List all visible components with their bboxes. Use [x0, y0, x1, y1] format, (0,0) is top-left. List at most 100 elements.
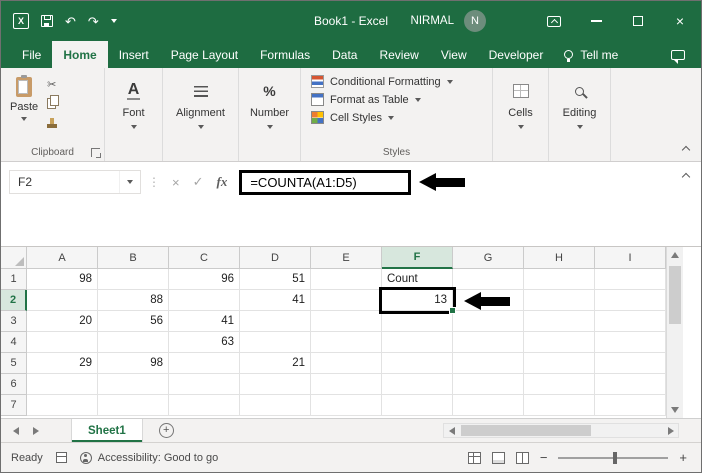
column-header-a[interactable]: A [27, 247, 98, 269]
sheet-nav-right-icon[interactable] [33, 426, 39, 435]
cell-g5[interactable] [453, 353, 524, 374]
insert-function-icon[interactable]: fx [217, 174, 228, 190]
cell-d7[interactable] [240, 395, 311, 416]
cell-b7[interactable] [98, 395, 169, 416]
cell-h6[interactable] [524, 374, 595, 395]
cell-e4[interactable] [311, 332, 382, 353]
tab-page-layout[interactable]: Page Layout [160, 41, 249, 68]
cell-c6[interactable] [169, 374, 240, 395]
ribbon-group-cells[interactable]: Cells [493, 68, 549, 161]
tab-data[interactable]: Data [321, 41, 368, 68]
redo-icon[interactable]: ↷ [88, 15, 99, 28]
cell-h2[interactable] [524, 290, 595, 311]
tab-file[interactable]: File [11, 41, 52, 68]
cell-c1[interactable]: 96 [169, 269, 240, 290]
minimize-button[interactable] [575, 1, 617, 41]
horizontal-scrollbar-thumb[interactable] [461, 425, 591, 436]
cell-a1[interactable]: 98 [27, 269, 98, 290]
cell-b3[interactable]: 56 [98, 311, 169, 332]
cell-f7[interactable] [382, 395, 453, 416]
cell-i7[interactable] [595, 395, 666, 416]
ribbon-group-number[interactable]: % Number [239, 68, 301, 161]
cell-f4[interactable] [382, 332, 453, 353]
formula-input[interactable]: =COUNTA(A1:D5) [250, 175, 356, 190]
cell-c5[interactable] [169, 353, 240, 374]
cell-d3[interactable] [240, 311, 311, 332]
cell-d2[interactable]: 41 [240, 290, 311, 311]
cell-a3[interactable]: 20 [27, 311, 98, 332]
sheet-tab-sheet1[interactable]: Sheet1 [71, 419, 143, 442]
cell-e1[interactable] [311, 269, 382, 290]
cell-i3[interactable] [595, 311, 666, 332]
column-header-c[interactable]: C [169, 247, 240, 269]
column-header-g[interactable]: G [453, 247, 524, 269]
cell-h7[interactable] [524, 395, 595, 416]
tab-insert[interactable]: Insert [108, 41, 160, 68]
macro-record-icon[interactable] [55, 452, 67, 463]
cell-h5[interactable] [524, 353, 595, 374]
cell-i5[interactable] [595, 353, 666, 374]
zoom-in-icon[interactable]: + [679, 451, 687, 464]
clipboard-dialog-launcher-icon[interactable] [91, 148, 101, 158]
row-header-6[interactable]: 6 [1, 374, 27, 395]
cell-d5[interactable]: 21 [240, 353, 311, 374]
row-header-4[interactable]: 4 [1, 332, 27, 353]
avatar[interactable]: N [464, 10, 486, 32]
cell-h1[interactable] [524, 269, 595, 290]
ribbon-group-font[interactable]: A Font [105, 68, 163, 161]
cell-i2[interactable] [595, 290, 666, 311]
cell-i4[interactable] [595, 332, 666, 353]
cell-g1[interactable] [453, 269, 524, 290]
cell-e7[interactable] [311, 395, 382, 416]
scroll-left-icon[interactable] [444, 426, 459, 435]
save-icon[interactable] [41, 15, 53, 27]
normal-view-icon[interactable] [467, 451, 481, 464]
cell-d1[interactable]: 51 [240, 269, 311, 290]
cell-c7[interactable] [169, 395, 240, 416]
tab-review[interactable]: Review [368, 41, 429, 68]
scroll-right-icon[interactable] [663, 426, 678, 435]
cell-b4[interactable] [98, 332, 169, 353]
cell-e2[interactable] [311, 290, 382, 311]
cell-g6[interactable] [453, 374, 524, 395]
cell-a5[interactable]: 29 [27, 353, 98, 374]
format-as-table-button[interactable]: Format as Table [311, 93, 486, 106]
scroll-down-icon[interactable] [667, 402, 683, 418]
cell-f2[interactable]: 13 [382, 290, 453, 311]
cell-f1[interactable]: Count [382, 269, 453, 290]
column-header-d[interactable]: D [240, 247, 311, 269]
cell-a6[interactable] [27, 374, 98, 395]
name-box[interactable]: F2 [9, 170, 141, 194]
account-area[interactable]: NIRMAL N [411, 10, 486, 32]
tell-me-button[interactable]: Tell me [554, 41, 628, 68]
cell-i1[interactable] [595, 269, 666, 290]
cell-a7[interactable] [27, 395, 98, 416]
cell-c4[interactable]: 63 [169, 332, 240, 353]
comments-icon[interactable] [671, 49, 685, 64]
enter-icon[interactable]: ✓ [193, 174, 204, 190]
row-header-5[interactable]: 5 [1, 353, 27, 374]
cut-icon[interactable]: ✂ [47, 80, 56, 91]
ribbon-group-editing[interactable]: Editing [549, 68, 611, 161]
cell-f3[interactable] [382, 311, 453, 332]
scroll-up-icon[interactable] [667, 247, 683, 263]
row-header-3[interactable]: 3 [1, 311, 27, 332]
conditional-formatting-button[interactable]: Conditional Formatting [311, 75, 486, 88]
cell-e6[interactable] [311, 374, 382, 395]
vertical-scrollbar[interactable] [666, 247, 683, 418]
vertical-scrollbar-thumb[interactable] [669, 266, 681, 324]
column-header-e[interactable]: E [311, 247, 382, 269]
cell-c2[interactable] [169, 290, 240, 311]
customize-quick-access-icon[interactable] [110, 19, 117, 23]
cell-f5[interactable] [382, 353, 453, 374]
cancel-icon[interactable]: × [172, 175, 180, 190]
cell-g4[interactable] [453, 332, 524, 353]
zoom-slider[interactable] [558, 451, 669, 464]
row-header-7[interactable]: 7 [1, 395, 27, 416]
cell-i6[interactable] [595, 374, 666, 395]
name-box-dropdown-icon[interactable] [119, 171, 140, 193]
tab-formulas[interactable]: Formulas [249, 41, 321, 68]
cell-b6[interactable] [98, 374, 169, 395]
cell-b5[interactable]: 98 [98, 353, 169, 374]
collapse-ribbon-icon[interactable] [681, 145, 691, 155]
